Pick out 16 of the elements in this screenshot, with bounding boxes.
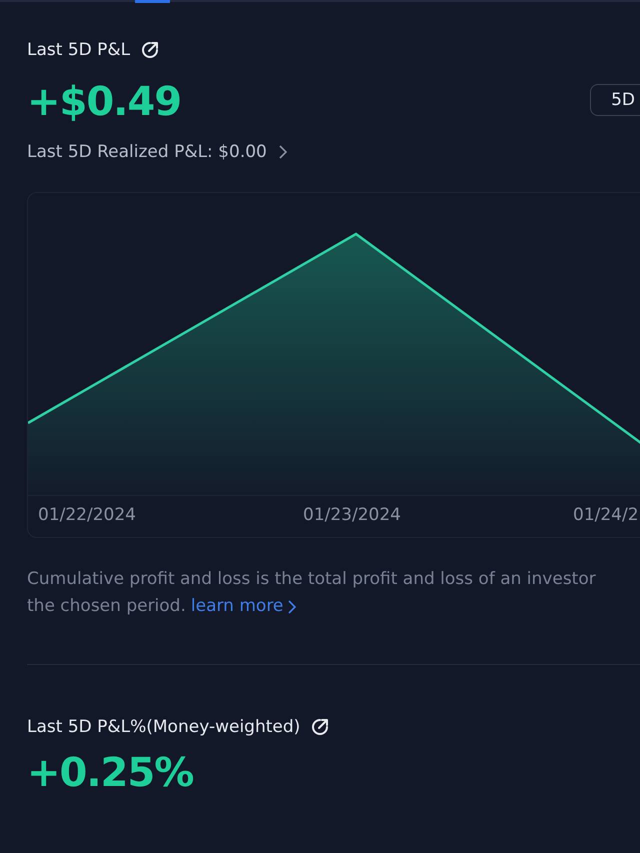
realized-pnl-link[interactable]: Last 5D Realized P&L: $0.00 (27, 142, 267, 162)
period-button[interactable]: 5D (590, 84, 640, 116)
share-icon[interactable] (310, 717, 330, 737)
section-title: Last 5D P&L (27, 40, 130, 60)
pnl-value: +$0.49 (27, 78, 182, 127)
chevron-right-icon[interactable] (278, 145, 287, 159)
description-text: Cumulative profit and loss is the total profit and loss of an investor (27, 568, 597, 591)
chevron-right-icon[interactable] (288, 600, 296, 614)
axis-label: 01/22/2024 (38, 505, 137, 525)
share-icon[interactable] (140, 40, 160, 60)
axis-label: 01/23/2024 (303, 505, 402, 525)
section-title: Last 5D P&L%(Money-weighted) (27, 717, 300, 737)
description-text: the chosen period. (27, 595, 186, 618)
pnl-percent-value: +0.25% (27, 749, 194, 798)
axis-label: 01/24/2 (573, 505, 640, 525)
learn-more-link[interactable]: learn more (190, 593, 284, 620)
